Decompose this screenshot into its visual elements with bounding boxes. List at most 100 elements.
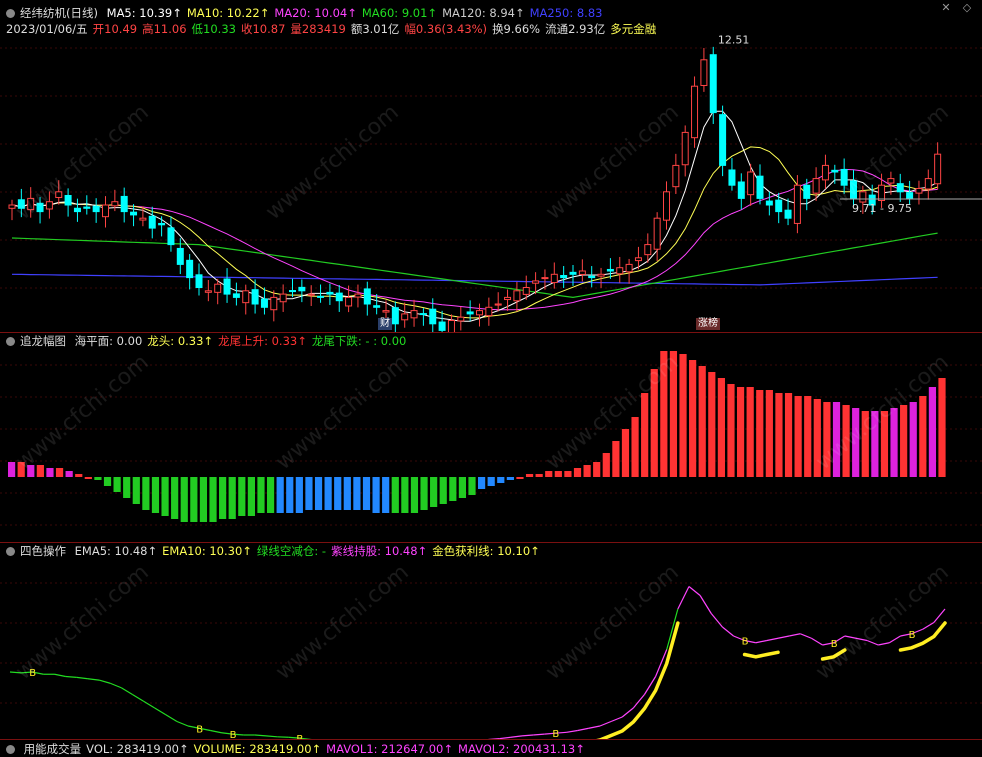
buy-marker: B bbox=[230, 730, 237, 739]
candle-body bbox=[392, 308, 398, 324]
dragon-bar bbox=[526, 474, 533, 477]
dragon-bar bbox=[449, 477, 456, 501]
dragon-bar bbox=[804, 396, 811, 477]
dragon-bar bbox=[430, 477, 437, 507]
candle-body bbox=[729, 170, 735, 185]
dragon-bar bbox=[37, 465, 44, 477]
dragon-bar bbox=[871, 411, 878, 477]
buy-marker: B bbox=[742, 637, 749, 648]
dragon-bar bbox=[708, 372, 715, 477]
dragon-bar bbox=[229, 477, 236, 519]
finance-tag[interactable]: 财 bbox=[378, 318, 392, 330]
ma10-line bbox=[12, 147, 938, 318]
ema-line-segment bbox=[789, 634, 800, 636]
four-color-chart[interactable]: BBBBBBBBB bbox=[0, 543, 982, 739]
dragon-bar bbox=[152, 477, 159, 513]
dragon-bar bbox=[862, 411, 869, 477]
candle-body bbox=[290, 291, 296, 292]
dragon-bar bbox=[852, 408, 859, 477]
dragon-bar bbox=[929, 387, 936, 477]
pane-divider[interactable] bbox=[0, 739, 982, 740]
ema-line-segment bbox=[155, 708, 166, 715]
candle-body bbox=[215, 284, 221, 292]
dragon-bar bbox=[670, 351, 677, 477]
dragon-bar bbox=[190, 477, 197, 522]
dragon-bar bbox=[161, 477, 168, 516]
ema-line-segment bbox=[177, 722, 188, 727]
candle-body bbox=[570, 272, 576, 274]
candle-body bbox=[112, 202, 118, 206]
candle-body bbox=[579, 271, 585, 274]
buy-marker: B bbox=[196, 724, 203, 735]
dragon-bar bbox=[334, 477, 341, 510]
dragon-bar bbox=[660, 351, 667, 477]
dragon-bar bbox=[766, 390, 773, 477]
dragon-bar bbox=[689, 360, 696, 477]
candle-body bbox=[74, 208, 80, 211]
dragon-bar bbox=[488, 477, 495, 486]
ema-line-segment bbox=[611, 717, 622, 722]
dragon-bar bbox=[238, 477, 245, 516]
ema-line-segment bbox=[711, 614, 722, 628]
ema-line-segment bbox=[166, 715, 177, 722]
dragon-bar bbox=[584, 465, 591, 477]
close-icon[interactable]: ✕ bbox=[940, 2, 952, 14]
candle-body bbox=[177, 248, 183, 264]
dragon-bar bbox=[267, 477, 274, 513]
range-label: 9.71 - 9.75 bbox=[852, 202, 912, 215]
gold-profit-line bbox=[901, 623, 946, 650]
dragon-bar bbox=[910, 402, 917, 477]
candle-body bbox=[832, 170, 838, 172]
dragon-bar bbox=[468, 477, 475, 495]
candle-body bbox=[935, 154, 941, 184]
dragon-bar bbox=[536, 474, 543, 477]
dragon-bar bbox=[27, 465, 34, 477]
candle-body bbox=[121, 196, 127, 211]
candle-body bbox=[561, 276, 567, 278]
dragon-bar bbox=[593, 462, 600, 477]
candle-body bbox=[701, 60, 707, 86]
dragon-bar bbox=[919, 396, 926, 477]
candle-body bbox=[860, 192, 866, 202]
candle-body bbox=[140, 218, 146, 220]
candle-body bbox=[841, 169, 847, 185]
candle-body bbox=[598, 274, 604, 276]
ema-line-segment bbox=[856, 638, 867, 640]
dragon-bar bbox=[747, 387, 754, 477]
dragon-bar bbox=[900, 405, 907, 477]
dragon-bar bbox=[305, 477, 312, 510]
price-pane: 经纬纺机(日线) MA5: 10.39↑MA10: 10.22↑MA20: 10… bbox=[0, 0, 982, 332]
dragon-bar bbox=[756, 390, 763, 477]
dragon-bar bbox=[219, 477, 226, 519]
ema-line-segment bbox=[845, 636, 856, 638]
candle-body bbox=[514, 291, 520, 301]
volume-label-4: MAVOL2: 200431.13↑ bbox=[458, 742, 585, 756]
dragon-bar bbox=[277, 477, 284, 513]
dragon-bar bbox=[257, 477, 264, 513]
ema-line-segment bbox=[678, 587, 689, 610]
candle-body bbox=[794, 185, 800, 223]
candle-body bbox=[785, 210, 791, 218]
candle-body bbox=[374, 306, 380, 308]
dragon-bar bbox=[881, 411, 888, 477]
dragon-bar bbox=[516, 477, 523, 479]
candle-body bbox=[804, 185, 810, 198]
price-chart[interactable]: 12.51← 7.669.71 - 9.75 bbox=[0, 0, 982, 332]
dragon-bar bbox=[200, 477, 207, 522]
candle-body bbox=[533, 281, 539, 283]
dragon-bar bbox=[392, 477, 399, 513]
candle-body bbox=[589, 276, 595, 277]
dragon-bar bbox=[181, 477, 188, 522]
candle-body bbox=[187, 260, 193, 277]
ema-line-segment bbox=[144, 701, 155, 708]
dragon-bar bbox=[372, 477, 379, 513]
dragon-chart[interactable] bbox=[0, 333, 982, 542]
high-price-label: 12.51 bbox=[718, 33, 750, 46]
limit-up-tag[interactable]: 涨榜 bbox=[696, 318, 720, 330]
candle-body bbox=[28, 198, 34, 209]
candle-body bbox=[748, 172, 754, 195]
dragon-bar bbox=[286, 477, 293, 513]
buy-marker: B bbox=[29, 668, 36, 679]
buy-marker: B bbox=[831, 639, 838, 650]
diamond-icon[interactable]: ◇ bbox=[961, 2, 973, 14]
